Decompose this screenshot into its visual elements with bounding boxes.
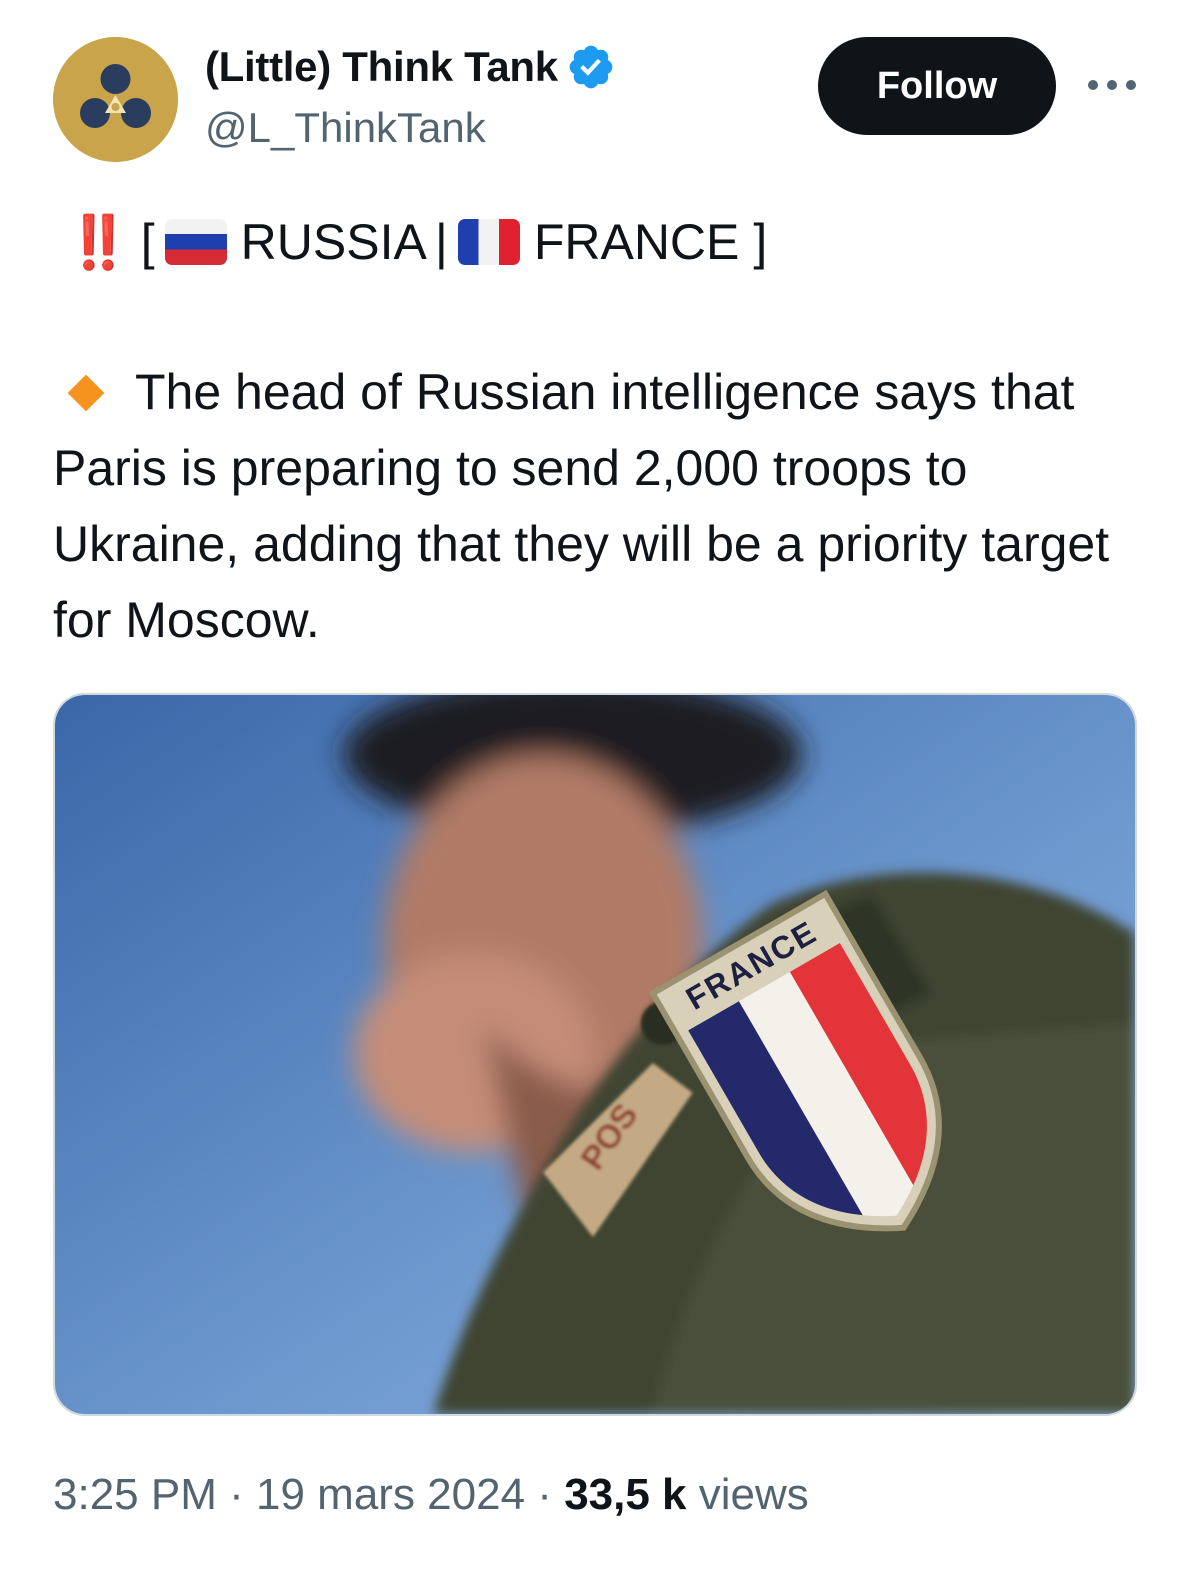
more-dot: [1126, 80, 1136, 90]
more-options-icon[interactable]: [1088, 74, 1136, 96]
close-bracket: ]: [753, 214, 768, 270]
separator: |: [434, 214, 448, 270]
meta-separator: ·: [229, 1470, 244, 1519]
open-bracket: [: [140, 214, 155, 270]
russia-flag-icon: [164, 219, 227, 265]
tweet-body-text: The head of Russian intelligence says th…: [53, 364, 1110, 648]
views-count[interactable]: 33,5 k: [564, 1470, 686, 1520]
follow-button[interactable]: Follow: [818, 37, 1056, 135]
tweet-body: The head of Russian intelligence says th…: [53, 354, 1153, 658]
views-label: views: [698, 1470, 809, 1519]
tweet-date[interactable]: 19 mars 2024: [256, 1470, 525, 1520]
soldier-photo: POS FRANCE: [55, 695, 1135, 1414]
author-avatar[interactable]: [53, 37, 178, 162]
author-name-row[interactable]: (Little) Think Tank: [205, 38, 616, 96]
think-tank-logo-icon: [53, 37, 178, 162]
verified-badge-icon: [569, 45, 613, 89]
author-handle[interactable]: @L_ThinkTank: [205, 104, 486, 152]
tweet-meta: 3:25 PM · 19 mars 2024 · 33,5 k views: [53, 1470, 809, 1520]
double-exclamation-icon: ‼️: [66, 213, 131, 272]
author-display-name[interactable]: (Little) Think Tank: [205, 43, 558, 91]
orange-diamond-icon: [67, 374, 105, 412]
tweet-time[interactable]: 3:25 PM: [53, 1470, 217, 1520]
tweet-media-image[interactable]: POS FRANCE: [53, 693, 1137, 1416]
more-dot: [1088, 80, 1098, 90]
france-flag-icon: [457, 219, 520, 265]
meta-separator: ·: [537, 1470, 552, 1519]
more-dot: [1107, 80, 1117, 90]
country-france: FRANCE: [533, 214, 740, 270]
country-russia: RUSSIA: [240, 214, 427, 270]
tweet-header-line: ‼️ [ RUSSIA | FRANCE ]: [66, 206, 767, 278]
